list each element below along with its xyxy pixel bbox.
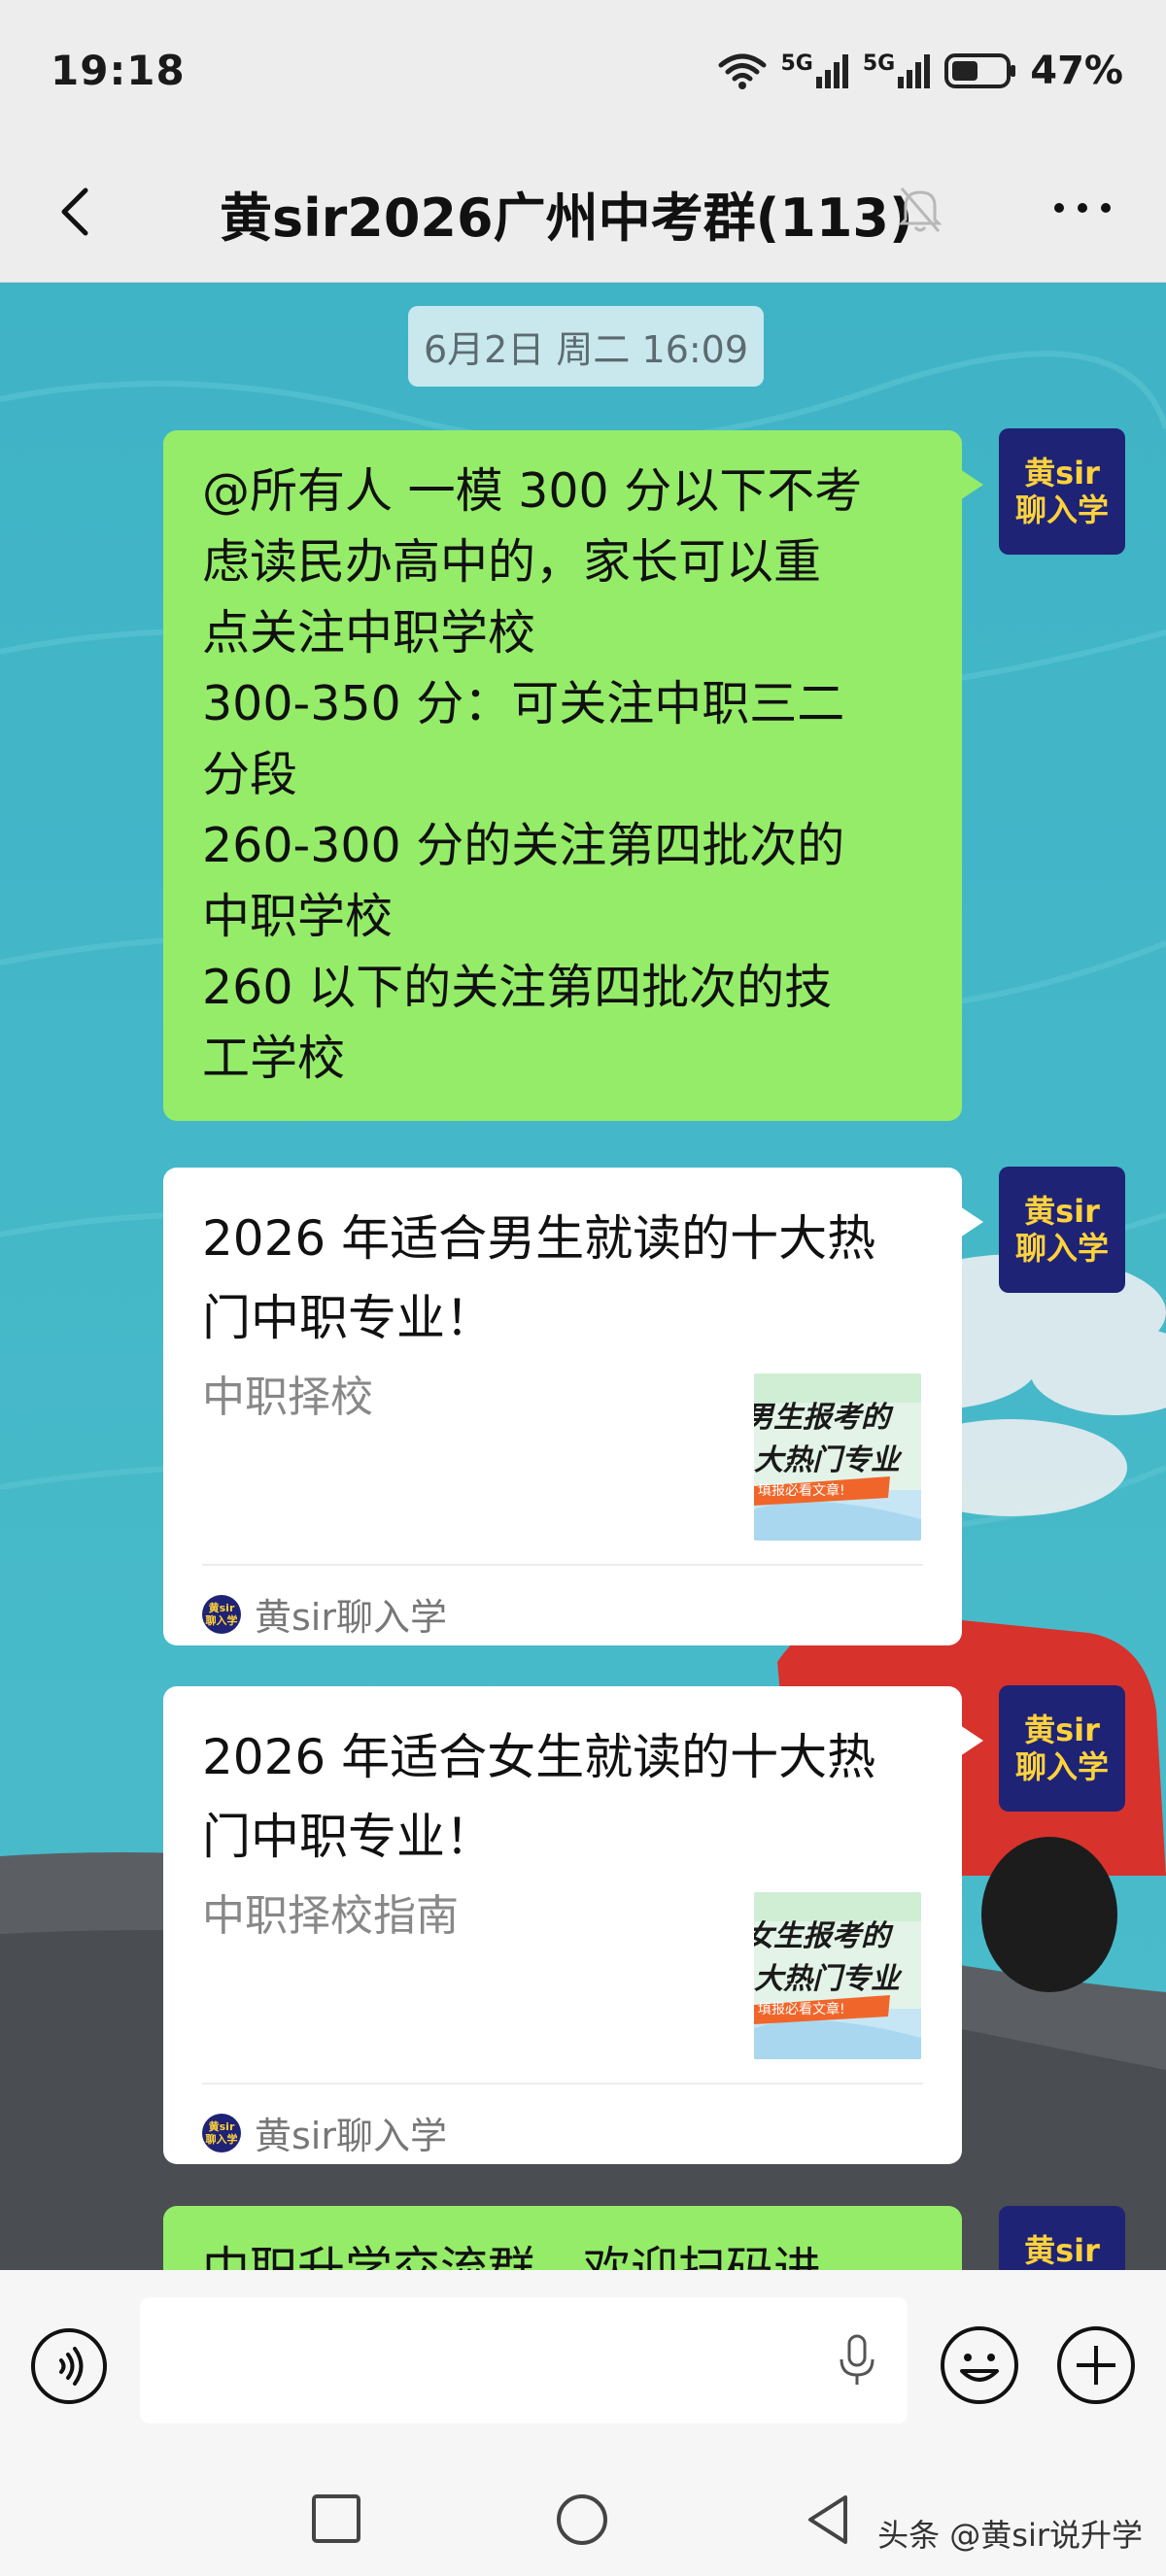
message-line: 中职学校 xyxy=(202,889,394,944)
article-card-1[interactable]: 2026 年适合男生就读的十大热门中职专业！ 中职择校 男生报考的 大热门专业 … xyxy=(163,1168,983,1645)
message-input[interactable] xyxy=(140,2297,908,2423)
text-message-bubble[interactable]: @所有人 一模 300 分以下不考 虑读民办高中的，家长可以重 点关注中职学校 … xyxy=(163,430,983,1121)
message-line: 260-300 分的关注第四批次的 xyxy=(202,818,845,873)
article-thumbnail: 男生报考的 大热门专业 填报必看文章! xyxy=(754,1373,921,1541)
article-description: 中职择校 xyxy=(202,1373,373,1422)
wifi-icon xyxy=(718,53,766,89)
recent-apps-icon[interactable] xyxy=(309,2491,363,2546)
message-line: 分段 xyxy=(202,747,298,802)
article-card-2[interactable]: 2026 年适合女生就读的十大热门中职专业！ 中职择校指南 女生报考的 大热门专… xyxy=(163,1686,983,2164)
chat-area[interactable]: 6月2日 周二 16:09 黄sir 聊入学 @所有人 一模 300 分以下不考… xyxy=(0,283,1166,2270)
battery-percent: 47% xyxy=(1030,49,1123,93)
message-line: 点关注中职学校 xyxy=(202,605,536,661)
article-thumbnail: 女生报考的 大热门专业 填报必看文章! xyxy=(754,1892,921,2059)
microphone-icon[interactable] xyxy=(836,2334,878,2389)
plus-circle-icon[interactable] xyxy=(1055,2324,1137,2406)
thumbnail-text-1: 男生报考的 xyxy=(754,1401,890,1435)
chevron-left-icon[interactable] xyxy=(49,183,107,241)
article-title: 2026 年适合男生就读的十大热门中职专业！ xyxy=(202,1210,876,1346)
home-icon[interactable] xyxy=(554,2491,610,2548)
source-logo-icon: 黄sir 聊入学 xyxy=(202,1594,241,1634)
status-bar: 19:18 5G 5G 47% xyxy=(0,0,1166,146)
article-description: 中职择校指南 xyxy=(202,1891,459,1941)
watermark: 头条 @黄sir说升学 xyxy=(877,2517,1143,2554)
avatar[interactable]: 黄sir 聊入学 xyxy=(999,428,1125,555)
message-timestamp: 6月2日 周二 16:09 xyxy=(408,306,765,387)
more-dots-icon[interactable] xyxy=(1044,188,1121,227)
thumbnail-tag: 填报必看文章! xyxy=(758,2002,845,2017)
system-navigation-bar: 头条 @黄sir说升学 xyxy=(0,2464,1166,2576)
card-divider xyxy=(202,2083,923,2085)
article-source: 黄sir 聊入学 黄sir聊入学 xyxy=(202,1587,447,1641)
signal-2: 5G xyxy=(863,53,931,88)
back-triangle-icon[interactable] xyxy=(803,2491,857,2548)
message-line: 300-350 分：可关注中职三二 xyxy=(202,676,845,731)
article-source: 黄sir 聊入学 黄sir聊入学 xyxy=(202,2106,447,2159)
signal-bars-icon xyxy=(815,54,848,88)
thumbnail-tag: 填报必看文章! xyxy=(758,1483,845,1499)
message-line: 虑读民办高中的，家长可以重 xyxy=(202,534,822,590)
chat-title: 黄sir2026广州中考群(113) xyxy=(220,187,913,249)
article-title: 2026 年适合女生就读的十大热门中职专业！ xyxy=(202,1729,876,1865)
signal-1: 5G xyxy=(781,53,849,88)
smiley-icon[interactable] xyxy=(939,2324,1020,2406)
message-line: @所有人 一模 300 分以下不考 xyxy=(202,463,863,519)
source-name: 黄sir聊入学 xyxy=(255,1596,447,1639)
source-name: 黄sir聊入学 xyxy=(255,2115,447,2157)
avatar[interactable]: 黄sir 聊入学 xyxy=(999,1685,1125,1812)
thumbnail-text-1: 女生报考的 xyxy=(754,1919,890,1953)
input-bar xyxy=(0,2270,1166,2464)
status-icons: 5G 5G 47% xyxy=(717,49,1123,93)
message-line: 工学校 xyxy=(202,1031,346,1086)
card-divider xyxy=(202,1564,923,1566)
bell-off-icon xyxy=(898,187,943,232)
thumbnail-text-2: 大热门专业 xyxy=(754,1443,900,1477)
text-message-bubble-partial[interactable]: 中职升学交流群，欢迎扫码进 xyxy=(163,2206,962,2270)
chat-header: 黄sir2026广州中考群(113) xyxy=(0,146,1166,283)
message-line: 中职升学交流群，欢迎扫码进 xyxy=(202,2242,822,2270)
message-line: 260 以下的关注第四批次的技 xyxy=(202,960,833,1015)
source-logo-icon: 黄sir 聊入学 xyxy=(202,2113,241,2152)
status-time: 19:18 xyxy=(51,47,186,94)
thumbnail-text-2: 大热门专业 xyxy=(754,1962,900,1996)
avatar[interactable]: 黄sir 聊入学 xyxy=(999,2206,1125,2270)
voice-icon[interactable] xyxy=(29,2326,109,2406)
signal-bars-icon xyxy=(898,54,931,88)
battery-icon xyxy=(944,53,1016,88)
avatar[interactable]: 黄sir 聊入学 xyxy=(999,1167,1125,1293)
